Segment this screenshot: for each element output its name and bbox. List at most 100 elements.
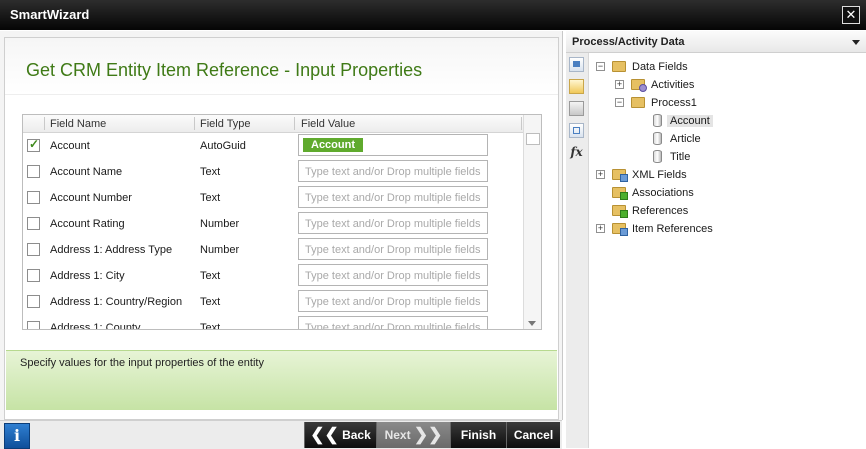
- object-browser-icon[interactable]: [569, 79, 584, 94]
- field-value-token[interactable]: Account: [303, 138, 363, 152]
- window-title: SmartWizard: [10, 7, 90, 22]
- expand-icon[interactable]: +: [596, 224, 605, 233]
- row-checkbox[interactable]: [27, 243, 40, 256]
- field-type: Number: [200, 244, 240, 256]
- next-label: Next: [384, 428, 411, 442]
- next-button[interactable]: Next ❯❯: [376, 422, 450, 448]
- tree-node-label: Item References: [632, 223, 713, 235]
- column-separator: [194, 117, 195, 130]
- field-value-placeholder: Type text and/or Drop multiple fields: [305, 322, 481, 330]
- collapse-icon[interactable]: −: [615, 98, 624, 107]
- wizard-main-pane: Get CRM Entity Item Reference - Input Pr…: [0, 31, 563, 420]
- field-value-input[interactable]: Type text and/or Drop multiple fields: [298, 160, 488, 182]
- tree-node-label: Activities: [651, 79, 695, 91]
- close-icon[interactable]: ✕: [842, 6, 860, 24]
- grid-row: Account Number Text Type text and/or Dro…: [23, 185, 523, 211]
- collapse-icon[interactable]: −: [596, 62, 605, 71]
- field-name: Account Number: [50, 192, 132, 204]
- field-type: Number: [200, 218, 240, 230]
- input-properties-grid: Field Name Field Type Field Value Accoun…: [22, 114, 542, 330]
- field-value-placeholder: Type text and/or Drop multiple fields: [305, 244, 481, 256]
- column-separator: [44, 117, 45, 130]
- references-folder-icon: [612, 205, 628, 218]
- function-fx-icon[interactable]: fx: [569, 145, 584, 160]
- field-value-placeholder: Type text and/or Drop multiple fields: [305, 218, 481, 230]
- page-title: Get CRM Entity Item Reference - Input Pr…: [26, 60, 423, 80]
- row-checkbox[interactable]: [27, 269, 40, 282]
- grid-vertical-scrollbar[interactable]: [523, 115, 541, 329]
- panel-title: Process/Activity Data: [572, 36, 685, 48]
- panel-toolstrip: fx: [566, 53, 589, 448]
- smartobject-browser-icon[interactable]: [569, 123, 584, 138]
- field-value-input[interactable]: Type text and/or Drop multiple fields: [298, 316, 488, 330]
- expand-icon[interactable]: +: [615, 80, 624, 89]
- field-value-input[interactable]: Type text and/or Drop multiple fields: [298, 290, 488, 312]
- field-name: Address 1: Address Type: [50, 244, 173, 256]
- window-titlebar: SmartWizard ✕: [0, 0, 866, 30]
- field-type: Text: [200, 270, 221, 282]
- folder-icon: [612, 61, 626, 72]
- field-type: Text: [200, 296, 221, 308]
- field-value-input[interactable]: Account: [298, 134, 488, 156]
- grid-row: Account Name Text Type text and/or Drop …: [23, 159, 523, 185]
- field-value-placeholder: Type text and/or Drop multiple fields: [305, 166, 481, 178]
- finish-button[interactable]: Finish: [450, 422, 506, 448]
- cancel-button[interactable]: Cancel: [506, 422, 560, 448]
- dropdown-caret-icon[interactable]: [852, 40, 860, 45]
- expand-icon[interactable]: +: [596, 170, 605, 179]
- tree-node-label: Article: [670, 133, 701, 145]
- field-value-placeholder: Type text and/or Drop multiple fields: [305, 270, 481, 282]
- tree-node-label: References: [632, 205, 689, 217]
- field-name: Address 1: County: [50, 322, 141, 330]
- environment-browser-icon[interactable]: [569, 101, 584, 116]
- scroll-down-arrow-icon[interactable]: [528, 321, 536, 326]
- tree-node-label: XML Fields: [632, 169, 687, 181]
- tree-node-label: Account: [667, 115, 713, 127]
- tree-node-label: Title: [670, 151, 691, 163]
- column-separator: [294, 117, 295, 130]
- tree-node-label: Data Fields: [632, 61, 688, 73]
- column-header-field-type[interactable]: Field Type: [200, 118, 251, 130]
- row-checkbox[interactable]: [27, 165, 40, 178]
- field-value-input[interactable]: Type text and/or Drop multiple fields: [298, 186, 488, 208]
- row-checkbox[interactable]: [27, 295, 40, 308]
- field-value-placeholder: Type text and/or Drop multiple fields: [305, 192, 481, 204]
- wizard-footer: i ❮❮ Back Next ❯❯ Finish Cancel: [0, 420, 562, 449]
- grid-row: Address 1: County Text Type text and/or …: [23, 315, 523, 330]
- row-checkbox[interactable]: [27, 191, 40, 204]
- item-references-folder-icon: [612, 223, 628, 236]
- field-name: Address 1: City: [50, 270, 125, 282]
- data-field-icon: [653, 114, 662, 127]
- chevron-right-icon: ❯❯: [413, 425, 443, 444]
- tree-node-label: Process1: [651, 97, 697, 109]
- field-value-input[interactable]: Type text and/or Drop multiple fields: [298, 238, 488, 260]
- field-type: Text: [200, 166, 221, 178]
- field-value-placeholder: Type text and/or Drop multiple fields: [305, 296, 481, 308]
- tree-node-label: Associations: [632, 187, 694, 199]
- grid-row: Address 1: Country/Region Text Type text…: [23, 289, 523, 315]
- description-panel: Specify values for the input properties …: [6, 350, 557, 410]
- column-header-field-name[interactable]: Field Name: [50, 118, 106, 130]
- field-name: Account Name: [50, 166, 123, 178]
- column-header-field-value[interactable]: Field Value: [301, 118, 355, 130]
- field-type: AutoGuid: [200, 140, 246, 152]
- row-checkbox[interactable]: [27, 137, 40, 152]
- back-button[interactable]: ❮❮ Back: [304, 422, 376, 448]
- row-checkbox[interactable]: [27, 217, 40, 230]
- folder-icon: [631, 97, 645, 108]
- process-activity-panel: Process/Activity Data fx − Data Fields +…: [566, 31, 866, 448]
- field-value-input[interactable]: Type text and/or Drop multiple fields: [298, 212, 488, 234]
- context-browser-icon[interactable]: [569, 57, 584, 72]
- data-field-icon: [653, 150, 662, 163]
- scrollbar-thumb[interactable]: [526, 133, 540, 145]
- wizard-header: Get CRM Entity Item Reference - Input Pr…: [5, 38, 558, 95]
- description-text: Specify values for the input properties …: [20, 357, 264, 369]
- row-checkbox[interactable]: [27, 321, 40, 329]
- grid-row: Account Rating Number Type text and/or D…: [23, 211, 523, 237]
- field-name: Account Rating: [50, 218, 125, 230]
- associations-folder-icon: [612, 187, 628, 200]
- field-value-input[interactable]: Type text and/or Drop multiple fields: [298, 264, 488, 286]
- field-type: Text: [200, 322, 221, 330]
- xml-folder-icon: [612, 169, 628, 182]
- info-icon[interactable]: i: [4, 423, 30, 449]
